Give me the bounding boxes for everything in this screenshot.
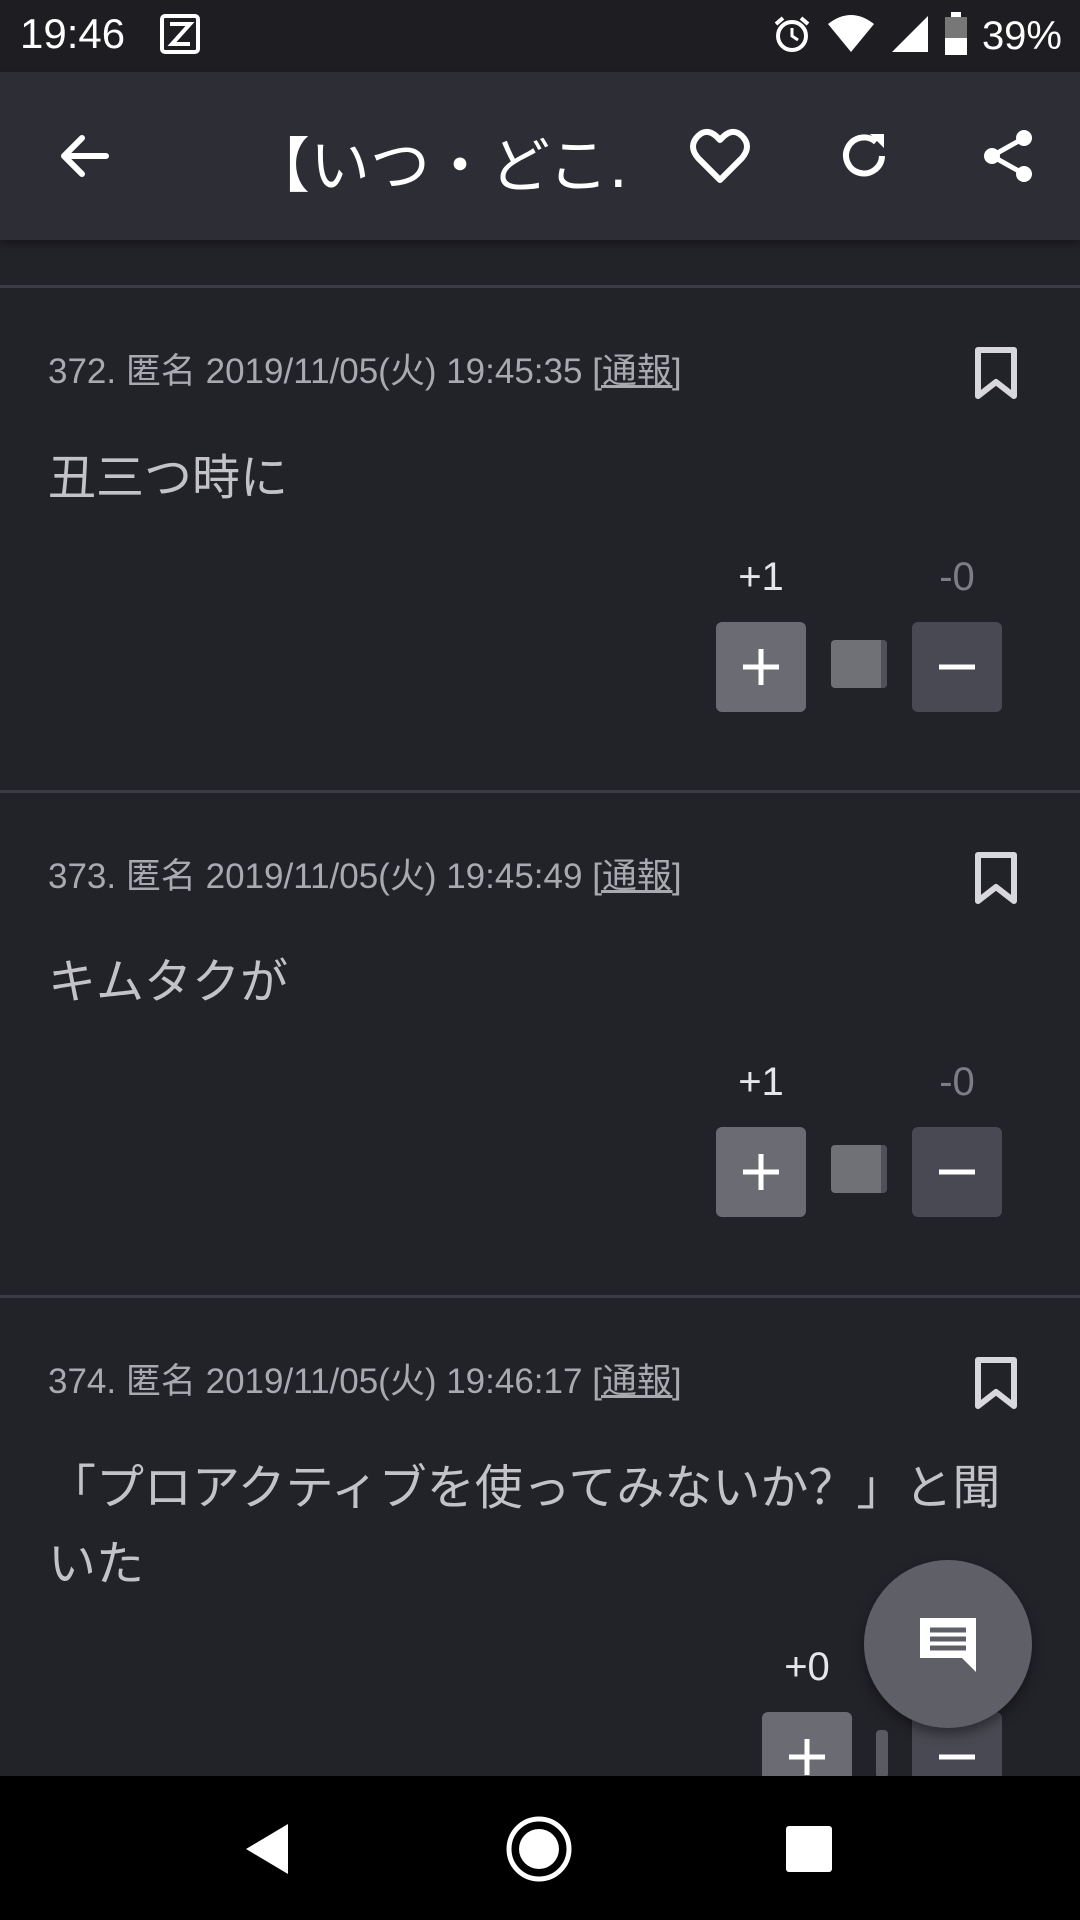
plus-icon [743,649,779,685]
battery-percent: 39% [981,13,1062,58]
vote-ratio-bar [876,1730,888,1778]
alarm-icon [772,14,812,58]
nav-home-icon[interactable] [504,1814,574,1884]
plus-button[interactable] [716,1127,806,1217]
wifi-icon [826,14,876,58]
navigation-bar [0,1776,1080,1920]
report-link[interactable]: [通報] [592,1362,681,1401]
bookmark-icon[interactable] [972,851,1020,905]
nav-back-icon[interactable] [232,1814,302,1884]
plus-count: +1 [738,1060,784,1104]
post-body: 「プロアクティブを使ってみないか？」と聞いた [48,1460,1001,1592]
divider [0,790,1080,793]
post-author: 匿名 [125,857,196,896]
minus-count: -0 [939,1060,975,1104]
comment-icon [920,1618,976,1672]
heart-icon[interactable] [686,122,754,190]
report-link[interactable]: [通報] [592,352,681,391]
post-datetime: 2019/11/05(火) 19:46:17 [205,1362,583,1401]
plus-count: +1 [738,555,784,599]
minus-button[interactable] [912,622,1002,712]
minus-icon [939,1169,975,1175]
share-icon[interactable] [974,122,1042,190]
thread-title: 【いつ・どこ… [250,132,630,202]
minus-icon [939,664,975,670]
post-body: 丑三つ時に [48,450,289,506]
status-time: 19:46 [20,10,126,57]
post-author: 匿名 [125,1362,196,1401]
plus-button[interactable] [716,622,806,712]
status-icons: 39% [772,12,1062,60]
bookmark-icon[interactable] [972,346,1020,400]
plus-icon [789,1739,825,1775]
post-number: 372. [48,352,117,391]
minus-count: -0 [939,555,975,599]
vote-ratio-bar [831,640,887,688]
app-x-icon [160,14,200,54]
report-link[interactable]: [通報] [592,857,681,896]
vote-ratio-bar [831,1145,887,1193]
post-number: 374. [48,1362,117,1401]
plus-count: +0 [784,1645,830,1689]
status-bar: 19:46 39% [0,0,1080,72]
plus-icon [743,1154,779,1190]
battery-icon [944,12,968,60]
post-meta: 374. 匿名 2019/11/05(火) 19:46:17 [通報] [48,1353,682,1404]
post-author: 匿名 [125,352,196,391]
minus-button[interactable] [912,1127,1002,1217]
post-meta: 373. 匿名 2019/11/05(火) 19:45:49 [通報] [48,848,682,899]
toolbar: 【いつ・どこ… [0,72,1080,240]
comment-fab-button[interactable] [864,1560,1032,1728]
back-arrow-icon[interactable] [50,122,118,190]
divider [0,1295,1080,1298]
nav-recents-icon[interactable] [774,1814,844,1884]
post-number: 373. [48,857,117,896]
post-body: キムタクが [48,954,289,1010]
minus-icon [939,1754,975,1760]
post-datetime: 2019/11/05(火) 19:45:49 [205,857,583,896]
post-meta: 372. 匿名 2019/11/05(火) 19:45:35 [通報] [48,343,682,394]
divider [0,285,1080,288]
refresh-icon[interactable] [830,122,898,190]
post-datetime: 2019/11/05(火) 19:45:35 [205,352,583,391]
bookmark-icon[interactable] [972,1356,1020,1410]
signal-icon [890,14,930,58]
